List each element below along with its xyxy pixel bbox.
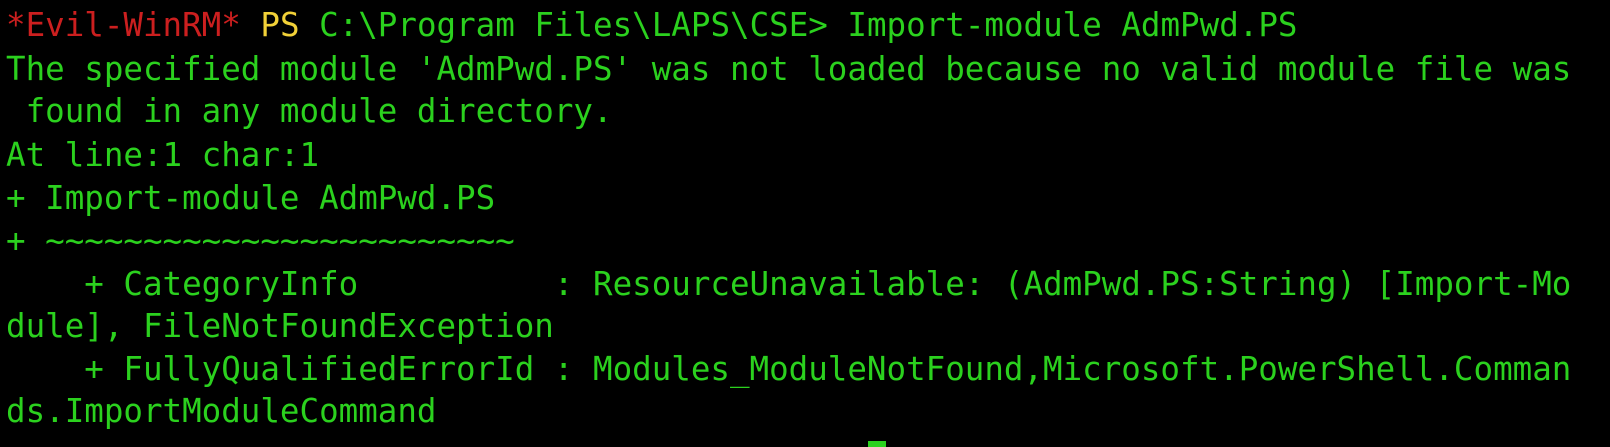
prompt-tag: *Evil-WinRM*	[6, 6, 241, 44]
text-cursor	[868, 441, 886, 447]
output-line: + FullyQualifiedErrorId : Modules_Module…	[6, 350, 1572, 388]
output-line: + CategoryInfo : ResourceUnavailable: (A…	[6, 265, 1572, 303]
output-line: dule], FileNotFoundException	[6, 307, 554, 345]
terminal-window[interactable]: *Evil-WinRM* PS C:\Program Files\LAPS\CS…	[0, 0, 1610, 447]
output-line: found in any module directory.	[6, 92, 613, 130]
output-line: At line:1 char:1	[6, 136, 320, 174]
output-line: + ~~~~~~~~~~~~~~~~~~~~~~~~	[6, 222, 515, 260]
prompt-ps: PS	[260, 6, 300, 44]
output-line: The specified module 'AdmPwd.PS' was not…	[6, 50, 1572, 88]
command-text: Import-module AdmPwd.PS	[847, 6, 1298, 44]
output-line: ds.ImportModuleCommand	[6, 392, 437, 430]
prompt-path: C:\Program Files\LAPS\CSE>	[319, 6, 828, 44]
output-line: + Import-module AdmPwd.PS	[6, 179, 496, 217]
prompt-line: *Evil-WinRM* PS C:\Program Files\LAPS\CS…	[6, 3, 1297, 47]
